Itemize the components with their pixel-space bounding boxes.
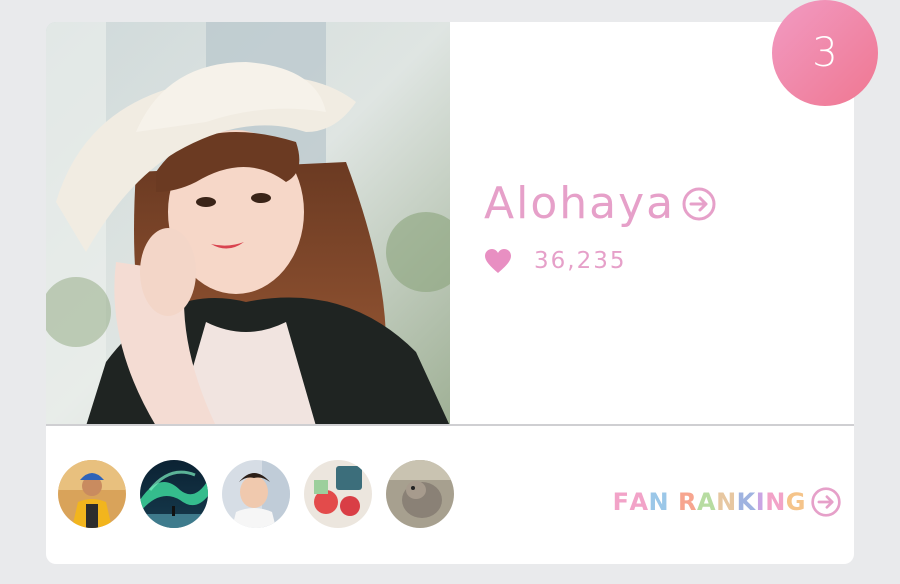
fan-ranking-letter: A (696, 488, 717, 516)
fan-ranking-letter: K (736, 488, 756, 516)
fan-ranking-letter: I (755, 488, 766, 516)
fan-ranking-letter (669, 488, 678, 516)
fan-avatar-5[interactable] (386, 460, 454, 528)
rank-badge: 3 (772, 0, 878, 106)
fan-ranking-label[interactable]: FAN RANKING (613, 488, 806, 516)
creator-card: Alohaya 36,235 FAN RANKING (46, 22, 854, 564)
fan-ranking-letter: F (612, 488, 630, 516)
creator-name[interactable]: Alohaya (484, 178, 675, 229)
fan-avatar-3[interactable] (222, 460, 290, 528)
fan-ranking-letter: N (716, 488, 737, 516)
fan-ranking-link[interactable]: FAN RANKING (613, 484, 844, 520)
fan-ranking-letter: N (765, 488, 786, 516)
fan-ranking-letter: R (678, 488, 697, 516)
heart-icon (484, 248, 512, 274)
fan-ranking-section: FAN RANKING (46, 426, 854, 564)
fan-avatar-4[interactable] (304, 460, 372, 528)
creator-name-link[interactable]: Alohaya (484, 178, 717, 229)
fan-avatars (58, 460, 468, 528)
fan-ranking-letter: A (629, 488, 649, 516)
arrow-right-circle-icon[interactable] (681, 186, 717, 222)
fan-ranking-letter: N (648, 488, 670, 516)
arrow-right-circle-icon[interactable] (808, 484, 844, 520)
likes-count: 36,235 (534, 248, 627, 274)
fan-avatar-1[interactable] (58, 460, 126, 528)
creator-photo-illustration (46, 22, 450, 426)
fan-avatar-2[interactable] (140, 460, 208, 528)
fan-ranking-letter: G (785, 488, 806, 516)
likes-row: 36,235 (484, 248, 626, 274)
creator-photo[interactable] (46, 22, 450, 426)
